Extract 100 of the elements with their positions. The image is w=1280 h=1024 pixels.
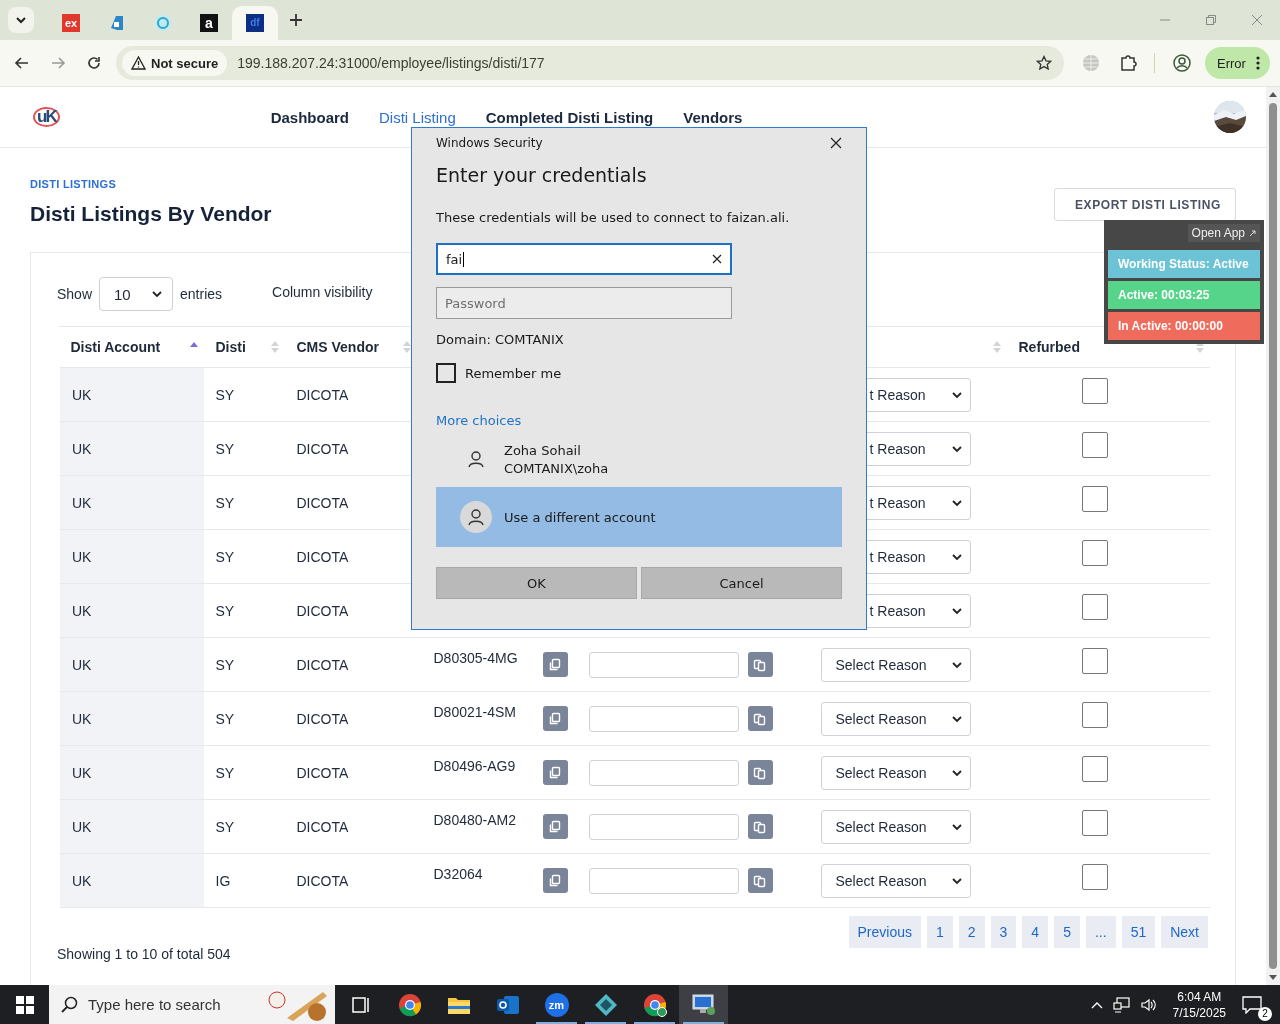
- reason-dropdown[interactable]: Select Reason: [820, 863, 971, 898]
- column-header[interactable]: CMS Vendor: [296, 339, 379, 355]
- page-size-dropdown[interactable]: 10: [99, 277, 174, 311]
- next-page-button[interactable]: Next: [1161, 916, 1208, 948]
- scrollbar[interactable]: [1266, 87, 1280, 985]
- scroll-down-icon[interactable]: [1269, 975, 1277, 981]
- scrollbar-thumb[interactable]: [1269, 103, 1277, 969]
- column-visibility-button[interactable]: Column visibility: [272, 284, 373, 300]
- table-cell: DICOTA: [296, 872, 349, 889]
- volume-icon[interactable]: [1140, 996, 1157, 1013]
- table-cell: D80480-AM2: [433, 812, 516, 828]
- table-cell: UK: [72, 386, 92, 403]
- taskbar-search-field[interactable]: Type here to search: [49, 985, 335, 1024]
- page-button[interactable]: 5: [1054, 916, 1080, 948]
- profile-icon[interactable]: [1172, 53, 1192, 73]
- copy-button[interactable]: [747, 706, 773, 731]
- reason-dropdown[interactable]: Select Reason: [820, 809, 971, 844]
- plus-icon: [289, 13, 303, 27]
- username-field[interactable]: fai: [436, 243, 732, 275]
- copy-button[interactable]: [747, 760, 773, 785]
- windows-start-icon[interactable]: [16, 995, 34, 1014]
- remember-checkbox[interactable]: [436, 363, 456, 383]
- more-icon: [1255, 56, 1260, 70]
- profile-error-button[interactable]: Error: [1205, 47, 1270, 79]
- refurbed-checkbox[interactable]: [1081, 431, 1108, 458]
- input-field[interactable]: [588, 813, 739, 840]
- input-field[interactable]: [588, 759, 739, 786]
- page-button[interactable]: 51: [1121, 916, 1156, 948]
- reason-dropdown[interactable]: Select Reason: [820, 755, 971, 790]
- copy-button[interactable]: [542, 706, 568, 731]
- nav-link[interactable]: Disti Listing: [379, 108, 456, 126]
- account-option[interactable]: Use a different account: [436, 487, 842, 547]
- reload-icon[interactable]: [86, 55, 102, 71]
- column-header[interactable]: Refurbed: [1018, 339, 1080, 355]
- copy-button[interactable]: [747, 652, 773, 677]
- browser-tab[interactable]: ex: [48, 6, 94, 40]
- copy-icon: [548, 657, 562, 672]
- page-button[interactable]: 4: [1022, 916, 1049, 948]
- password-field[interactable]: Password: [436, 287, 732, 319]
- restore-icon[interactable]: [1205, 14, 1217, 26]
- table-cell: D32064: [433, 866, 483, 882]
- copy-button[interactable]: [747, 868, 773, 893]
- reason-dropdown[interactable]: Select Reason: [820, 647, 971, 682]
- copy-button[interactable]: [542, 868, 568, 893]
- refurbed-checkbox[interactable]: [1081, 809, 1108, 836]
- copy-button[interactable]: [542, 652, 568, 677]
- dialog-button[interactable]: OK: [436, 567, 637, 599]
- site-logo: ex: [62, 14, 80, 32]
- input-field[interactable]: [588, 705, 739, 732]
- clear-icon[interactable]: [712, 254, 722, 264]
- dialog-button[interactable]: Cancel: [641, 567, 842, 599]
- refurbed-checkbox[interactable]: [1081, 539, 1108, 566]
- address-bar[interactable]: Not secure 199.188.207.24:31000/employee/listings/disti/177: [116, 46, 1064, 80]
- star-icon[interactable]: [1036, 55, 1052, 71]
- copy-button[interactable]: [747, 814, 773, 839]
- taskbar-app[interactable]: zm: [532, 985, 581, 1024]
- page-title: Disti Listings By Vendor: [30, 202, 272, 226]
- page-button[interactable]: ...: [1085, 916, 1116, 948]
- remote-desktop-icon: [690, 992, 717, 1017]
- forward-icon[interactable]: [50, 55, 66, 71]
- close-icon[interactable]: [830, 137, 842, 149]
- tab-search-button[interactable]: [8, 7, 34, 33]
- input-field[interactable]: [588, 651, 739, 678]
- refurbed-checkbox[interactable]: [1081, 701, 1108, 728]
- puzzle-icon[interactable]: [1118, 53, 1138, 73]
- refurbed-checkbox[interactable]: [1081, 377, 1108, 404]
- copy-button[interactable]: [542, 814, 568, 839]
- refurbed-checkbox[interactable]: [1081, 485, 1108, 512]
- refurbed-checkbox[interactable]: [1081, 755, 1108, 782]
- nav-link[interactable]: Completed Disti Listing: [485, 108, 654, 126]
- chevron-up-icon[interactable]: [1090, 1000, 1103, 1009]
- back-icon[interactable]: [14, 55, 30, 71]
- reason-dropdown[interactable]: Select Reason: [820, 701, 971, 736]
- copy-button[interactable]: [542, 760, 568, 785]
- refurbed-checkbox[interactable]: [1081, 863, 1108, 890]
- refurbed-checkbox[interactable]: [1081, 647, 1108, 674]
- taskbar-app[interactable]: [679, 985, 728, 1024]
- scroll-up-icon[interactable]: [1269, 91, 1277, 97]
- nav-link[interactable]: Vendors: [683, 108, 743, 126]
- input-field[interactable]: [588, 867, 739, 894]
- page-button[interactable]: 1: [926, 916, 953, 948]
- chevron-down-icon: [951, 606, 962, 615]
- copy-icon: [753, 873, 767, 888]
- security-chip[interactable]: Not secure: [122, 50, 228, 76]
- table-cell: D80021-4SM: [433, 704, 516, 720]
- page-button[interactable]: 3: [990, 916, 1017, 948]
- copy-icon: [548, 819, 562, 834]
- column-header[interactable]: Disti Account: [70, 339, 161, 355]
- clock[interactable]: 6:04 AM 7/15/2025: [1172, 988, 1226, 1021]
- page-button[interactable]: 2: [958, 916, 985, 948]
- open-app-button[interactable]: Open App: [1187, 224, 1260, 242]
- network-icon[interactable]: [1112, 996, 1131, 1013]
- browser-tab[interactable]: a: [186, 6, 232, 40]
- site-logo[interactable]: uK: [33, 107, 60, 127]
- column-header[interactable]: Disti: [215, 339, 246, 355]
- more-choices-link[interactable]: More choices: [436, 413, 842, 428]
- nav-link[interactable]: Dashboard: [270, 108, 350, 126]
- export-button[interactable]: EXPORT DISTI LISTING: [1054, 188, 1236, 221]
- previous-page-button[interactable]: Previous: [848, 916, 921, 948]
- refurbed-checkbox[interactable]: [1081, 593, 1108, 620]
